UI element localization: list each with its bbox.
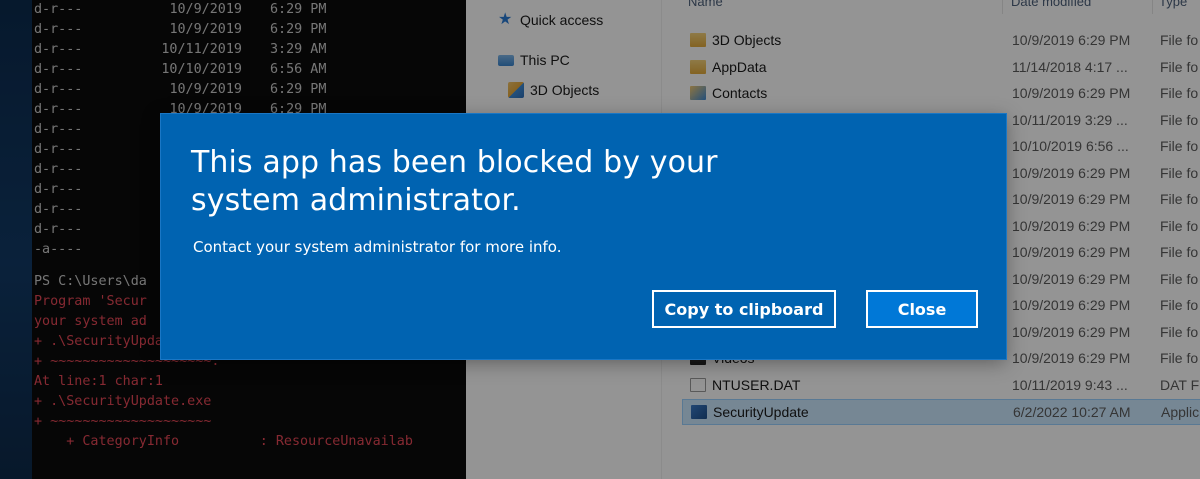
dialog-message: Contact your system administrator for mo… [193, 238, 562, 256]
copy-to-clipboard-button[interactable]: Copy to clipboard [652, 290, 836, 328]
app-blocked-dialog: This app has been blocked by your system… [161, 114, 1006, 359]
close-button[interactable]: Close [866, 290, 978, 328]
dialog-title: This app has been blocked by your system… [191, 145, 718, 218]
